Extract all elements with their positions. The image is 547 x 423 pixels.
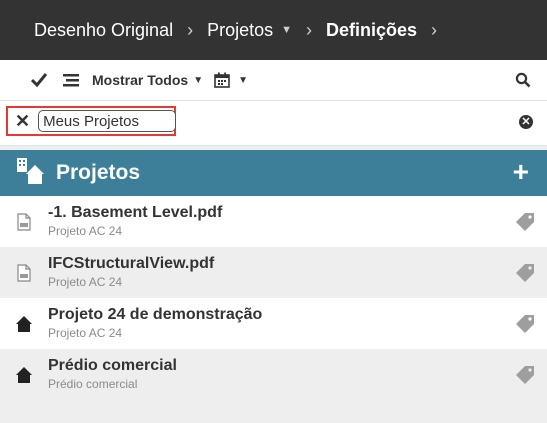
- search-icon[interactable]: [515, 72, 531, 93]
- breadcrumb: Desenho Original › Projetos ▼ › Definiçõ…: [0, 0, 547, 60]
- calendar-icon[interactable]: [211, 72, 233, 88]
- list-item[interactable]: -1. Basement Level.pdf Projeto AC 24: [0, 196, 547, 247]
- project-name: -1. Basement Level.pdf: [48, 204, 223, 221]
- project-subtitle: Projeto AC 24: [48, 224, 123, 238]
- tag-icon[interactable]: [515, 314, 535, 339]
- filter-highlight: ✕: [6, 106, 177, 136]
- chevron-right-icon: ›: [187, 19, 194, 40]
- clear-filter-icon[interactable]: ✕: [519, 115, 533, 129]
- tag-icon[interactable]: [515, 212, 535, 237]
- house-icon: [0, 366, 48, 384]
- buildings-icon: [16, 157, 46, 190]
- add-project-button[interactable]: +: [513, 158, 529, 186]
- project-subtitle: Projeto AC 24: [48, 326, 123, 340]
- list-item[interactable]: IFCStructuralView.pdf Projeto AC 24: [0, 247, 547, 298]
- list-item[interactable]: Projeto 24 de demonstração Projeto AC 24: [0, 298, 547, 349]
- project-name: Prédio comercial: [48, 357, 177, 374]
- section-title: Projetos: [56, 161, 141, 184]
- show-all-dropdown[interactable]: Mostrar Todos: [92, 72, 188, 88]
- pdf-icon: [0, 212, 48, 231]
- list-icon[interactable]: [60, 73, 82, 87]
- toolbar: Mostrar Todos ▼ ▼: [0, 60, 547, 101]
- project-name: IFCStructuralView.pdf: [48, 255, 215, 272]
- filter-input[interactable]: [38, 110, 177, 132]
- caret-down-icon[interactable]: ▼: [193, 75, 203, 86]
- pdf-icon: [0, 263, 48, 282]
- project-subtitle: Projeto AC 24: [48, 275, 123, 289]
- caret-down-icon[interactable]: ▼: [238, 75, 248, 86]
- tag-icon[interactable]: [515, 263, 535, 288]
- checkmark-icon[interactable]: [28, 73, 50, 87]
- chevron-right-icon: ›: [431, 19, 438, 40]
- breadcrumb-item-definicoes[interactable]: Definições: [326, 20, 417, 41]
- house-icon: [0, 315, 48, 333]
- close-icon[interactable]: ✕: [15, 111, 30, 132]
- project-list: -1. Basement Level.pdf Projeto AC 24 IFC…: [0, 196, 547, 400]
- project-name: Projeto 24 de demonstração: [48, 306, 263, 323]
- chevron-right-icon: ›: [306, 19, 313, 40]
- caret-down-icon[interactable]: ▼: [281, 24, 292, 36]
- breadcrumb-item-desenho-original[interactable]: Desenho Original: [34, 20, 173, 41]
- tag-icon[interactable]: [515, 365, 535, 390]
- project-subtitle: Prédio comercial: [48, 377, 138, 391]
- breadcrumb-item-projetos[interactable]: Projetos: [207, 20, 273, 41]
- section-header: Projetos +: [0, 150, 547, 196]
- list-item[interactable]: Prédio comercial Prédio comercial: [0, 349, 547, 400]
- filter-bar: ✕ ✕: [0, 101, 547, 146]
